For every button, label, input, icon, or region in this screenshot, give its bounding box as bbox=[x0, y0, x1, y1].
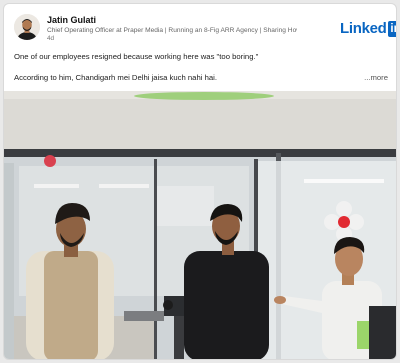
office-photo bbox=[4, 91, 396, 359]
post-photo[interactable] bbox=[4, 91, 396, 359]
post-card: Jatin Gulati Chief Operating Officer at … bbox=[3, 3, 397, 360]
author-headline: Chief Operating Officer at Praper Media … bbox=[47, 27, 297, 34]
see-more-link[interactable]: ...more bbox=[364, 73, 388, 82]
linkedin-wordmark: Linked bbox=[340, 20, 387, 37]
avatar-photo bbox=[14, 14, 40, 40]
post-timestamp: 4d bbox=[47, 35, 55, 42]
author-avatar[interactable] bbox=[14, 14, 40, 40]
author-name[interactable]: Jatin Gulati bbox=[47, 15, 96, 25]
linkedin-logo: Linked in bbox=[340, 20, 396, 37]
post-text-line-2: According to him, Chandigarh mei Delhi j… bbox=[14, 73, 217, 82]
post-text-line-1: One of our employees resigned because wo… bbox=[14, 52, 259, 61]
linkedin-in-icon: in bbox=[387, 20, 396, 37]
